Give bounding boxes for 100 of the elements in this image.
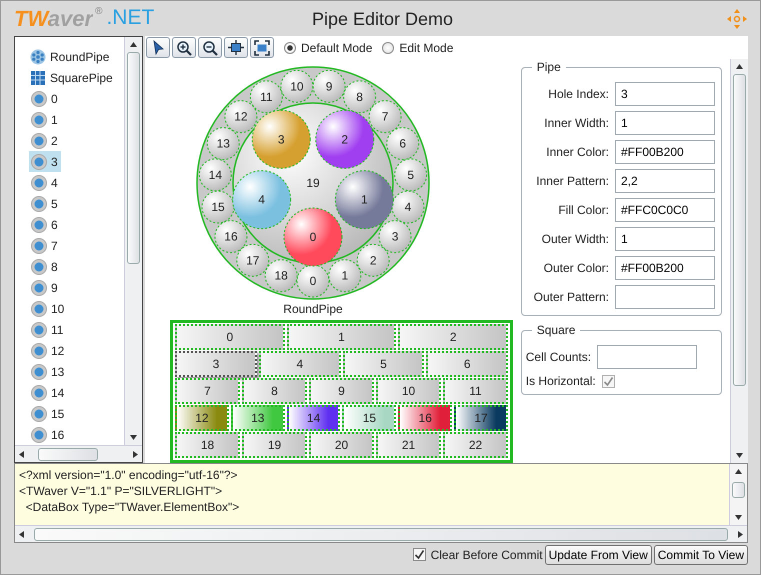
tree-item[interactable]: 2 [29,130,61,151]
input-field[interactable]: 3 [615,82,715,106]
tree-item[interactable]: 0 [29,88,61,109]
checkbox[interactable] [602,374,615,388]
scroll-right-icon[interactable] [738,530,743,538]
select-button[interactable] [146,37,170,58]
zoom-fit-icon [254,40,270,56]
hole-icon [31,132,47,148]
input-field[interactable]: 2,2 [615,169,715,193]
scroll-left-icon[interactable] [19,450,24,458]
input-field[interactable] [597,345,698,369]
zoom-reset-icon [228,40,244,56]
tree-item[interactable]: 7 [29,235,61,256]
zoom-in-icon [176,40,192,56]
scroll-up-icon[interactable] [736,64,743,69]
field-label: Inner Width: [544,116,609,130]
field-label: Outer Pattern: [534,290,609,304]
mode-radio[interactable]: Default Mode [284,40,372,54]
input-field[interactable]: 1 [615,227,715,251]
footer-button[interactable]: Update From View [544,544,652,564]
outer-hole: 1 [328,259,362,292]
zoom-reset-button[interactable] [224,37,248,58]
field-label: Outer Width: [542,232,609,246]
hole-icon [31,342,47,358]
pipe-cell: 11 [443,378,508,404]
zoom-out-icon [202,40,218,56]
horizontal-scrollbar[interactable] [15,525,747,542]
input-field[interactable]: #FF00B200 [615,256,715,280]
tree-item[interactable]: 3 [29,151,61,172]
tree-item[interactable]: 16 [29,424,68,445]
scroll-up-icon[interactable] [130,42,137,47]
tree-item[interactable]: 6 [29,214,61,235]
outer-hole: 12 [224,100,258,134]
tree-item[interactable]: RoundPipe [15,46,110,67]
tree-item[interactable]: SquarePipe [15,67,113,88]
center-hole-label: 19 [306,176,320,190]
input-field[interactable]: 1 [615,111,715,135]
horizontal-scrollbar[interactable] [15,445,142,462]
outer-hole: 15 [202,190,234,224]
field-label: Inner Pattern: [536,174,609,188]
scroll-down-icon[interactable] [130,435,137,440]
inner-hole: 4 [232,170,292,230]
pipe-cell: 7 [175,378,240,404]
tree-item[interactable]: 14 [29,382,68,403]
pipe-cell: 18 [175,432,240,458]
outer-hole: 9 [312,70,346,103]
zoom-out-button[interactable] [198,37,222,58]
group-title: Pipe [532,60,566,74]
scroll-up-icon[interactable] [735,469,742,474]
hole-icon [31,384,47,400]
vertical-scrollbar[interactable] [729,464,747,525]
window-title: Pipe Editor Demo [312,9,454,30]
tree-item[interactable]: 12 [29,340,68,361]
tree-item[interactable]: 9 [29,277,61,298]
tree-item[interactable]: 13 [29,361,68,382]
input-field[interactable] [615,285,715,309]
radio-icon[interactable] [382,42,394,54]
outer-hole: 10 [280,70,314,103]
radio-icon[interactable] [284,42,296,54]
inner-hole: 2 [315,110,374,169]
tree-item[interactable]: 15 [29,403,68,424]
input-field[interactable]: #FFC0C0C0 [615,198,715,222]
hole-icon [31,406,47,422]
hole-icon [31,196,47,212]
outer-hole: 3 [378,220,412,254]
outer-hole: 11 [250,80,283,114]
vertical-scrollbar[interactable] [124,37,142,445]
tree-item[interactable]: 10 [29,298,68,319]
scroll-right-icon[interactable] [133,450,138,458]
tree-item[interactable]: 11 [29,319,66,340]
scroll-down-icon[interactable] [736,453,743,458]
outer-hole: 7 [368,100,402,134]
hole-icon [31,154,47,170]
clear-checkbox[interactable]: Clear Before Commit [412,548,543,562]
pipe-cell: 3 [175,351,257,377]
input-field[interactable]: #FF00B200 [615,140,715,164]
outer-hole: 6 [386,127,420,160]
pipe-cell: 19 [242,432,307,458]
outer-hole: 5 [394,158,428,192]
tree-item[interactable]: 4 [29,172,61,193]
hole-icon [31,280,47,296]
code-line: <TWaver V="1.1" P="SILVERLIGHT"> [19,483,224,499]
tree-item[interactable]: 1 [29,109,61,130]
hole-icon [31,364,47,380]
outer-hole: 4 [392,190,424,224]
tree-item[interactable]: 5 [29,193,61,214]
zoom-fit-button[interactable] [250,37,274,58]
field-label: Is Horizontal: [526,374,596,388]
vertical-scrollbar[interactable] [730,59,748,463]
tree-item[interactable]: 8 [29,256,61,277]
xml-text-area[interactable]: <?xml version="1.0" encoding="utf-16"?> <TWaver V="1.1" P="SILVERLIGHT"> <DataBox Type="TWaver.ElementBox"> [14,463,748,543]
pipe-cell: 9 [309,378,374,404]
footer-button[interactable]: Commit To View [654,544,748,564]
checkbox[interactable] [412,548,426,561]
outer-hole: 17 [236,244,270,277]
hole-icon [31,322,47,338]
zoom-in-button[interactable] [172,37,196,58]
scroll-down-icon[interactable] [735,515,742,520]
mode-radio[interactable]: Edit Mode [382,40,454,54]
scroll-left-icon[interactable] [19,530,24,538]
